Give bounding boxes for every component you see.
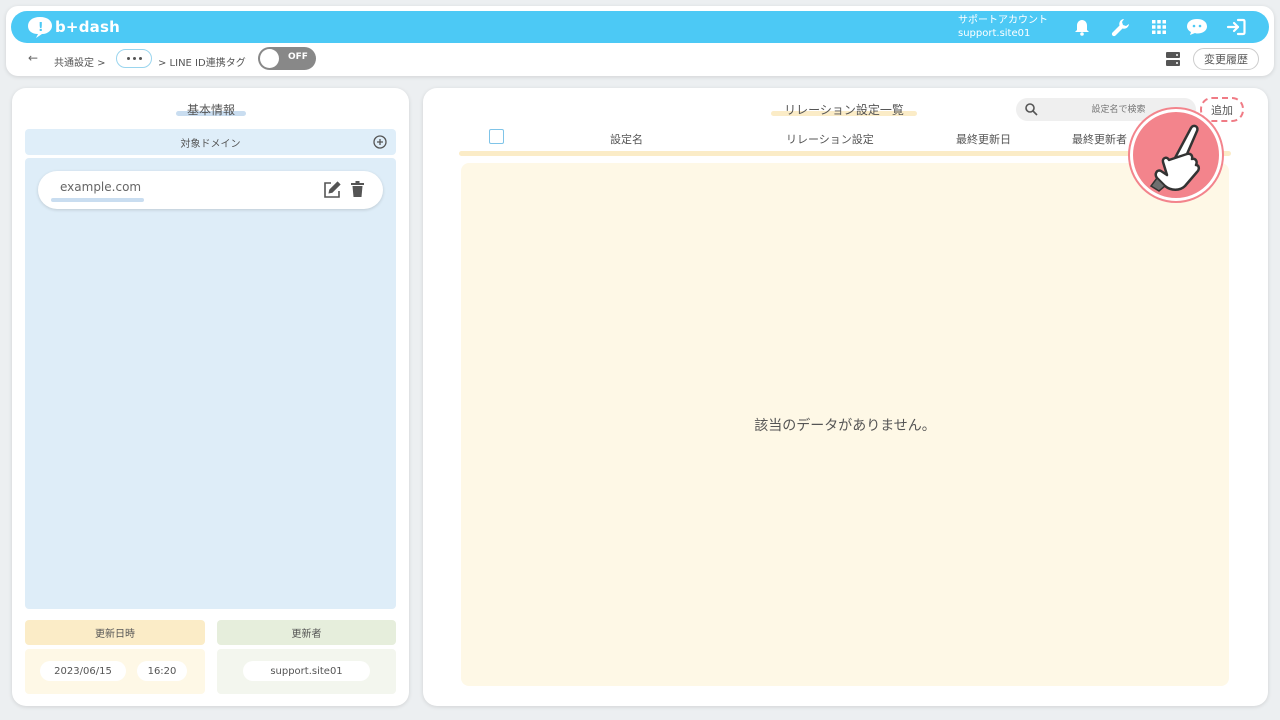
- domain-list: example.com: [25, 158, 396, 609]
- sub-navigation: ← 共通設定 > > LINE ID連携タグ OFF 変更履歴: [6, 47, 1274, 73]
- updater-body: support.site01: [217, 649, 396, 694]
- logo-text: b+dash: [55, 18, 120, 36]
- select-all-checkbox[interactable]: [489, 129, 504, 144]
- column-header-last-updater[interactable]: 最終更新者: [1072, 131, 1127, 147]
- status-toggle[interactable]: OFF: [258, 47, 316, 70]
- grid-menu-icon[interactable]: [1148, 17, 1170, 37]
- basic-info-title: 基本情報: [186, 103, 235, 117]
- logout-icon[interactable]: [1225, 17, 1247, 37]
- updated-date: 2023/06/15: [40, 661, 126, 681]
- updated-at-label: 更新日時: [25, 620, 205, 645]
- server-icon[interactable]: [1166, 52, 1180, 66]
- change-history-button[interactable]: 変更履歴: [1193, 48, 1259, 70]
- target-domain-header: 対象ドメイン: [25, 129, 396, 155]
- basic-info-panel: 基本情報 対象ドメイン example.com 更新日時 2023/06/15 …: [12, 88, 409, 706]
- updater-box: 更新者 support.site01: [217, 620, 396, 694]
- support-chat-icon[interactable]: [1186, 17, 1208, 37]
- updated-at-box: 更新日時 2023/06/15 16:20: [25, 620, 205, 694]
- table-header-underline: [459, 151, 1231, 156]
- toggle-label: OFF: [288, 52, 308, 62]
- wrench-icon[interactable]: [1109, 17, 1131, 37]
- trash-icon[interactable]: [351, 181, 364, 197]
- account-id: support.site01: [958, 28, 1031, 39]
- add-circle-icon[interactable]: [373, 135, 387, 149]
- toggle-knob: [260, 49, 279, 68]
- account-info[interactable]: サポートアカウント support.site01: [958, 14, 1048, 40]
- svg-text:!: !: [38, 20, 43, 34]
- back-arrow-icon[interactable]: ←: [28, 51, 38, 65]
- breadcrumb-line-id-tag: > LINE ID連携タグ: [158, 58, 246, 69]
- updater-label: 更新者: [217, 620, 396, 645]
- bell-icon[interactable]: [1071, 17, 1093, 37]
- target-domain-label: 対象ドメイン: [180, 138, 241, 150]
- account-name: サポートアカウント: [958, 15, 1048, 26]
- empty-message: 該当のデータがありません。: [754, 418, 936, 434]
- edit-icon[interactable]: [323, 181, 341, 199]
- domain-name: example.com: [60, 180, 142, 194]
- pointer-hand-icon: [1130, 109, 1222, 201]
- logo[interactable]: ! b+dash: [27, 15, 120, 39]
- breadcrumb-common-settings[interactable]: 共通設定 >: [54, 54, 106, 69]
- column-header-relation-setting[interactable]: リレーション設定: [786, 131, 874, 147]
- header-bar: ! b+dash サポートアカウント support.site01: [11, 11, 1269, 43]
- domain-item[interactable]: example.com: [38, 171, 383, 209]
- dot-icon: [138, 57, 142, 60]
- dot-icon: [126, 57, 130, 60]
- column-header-last-updated[interactable]: 最終更新日: [956, 131, 1011, 147]
- updated-time: 16:20: [137, 661, 187, 681]
- relation-table-body: 該当のデータがありません。: [461, 163, 1229, 686]
- updater-value: support.site01: [243, 661, 370, 681]
- dot-icon: [132, 57, 136, 60]
- column-header-setting-name[interactable]: 設定名: [610, 131, 643, 147]
- relation-list-title: リレーション設定一覧: [784, 103, 904, 117]
- top-panel: ! b+dash サポートアカウント support.site01 ← 共通設定…: [6, 6, 1274, 76]
- breadcrumb-more-button[interactable]: [116, 49, 152, 68]
- domain-underline: [51, 198, 144, 202]
- logo-bubble-icon: !: [28, 17, 52, 38]
- search-icon: [1025, 103, 1038, 116]
- updated-at-body: 2023/06/15 16:20: [25, 649, 205, 694]
